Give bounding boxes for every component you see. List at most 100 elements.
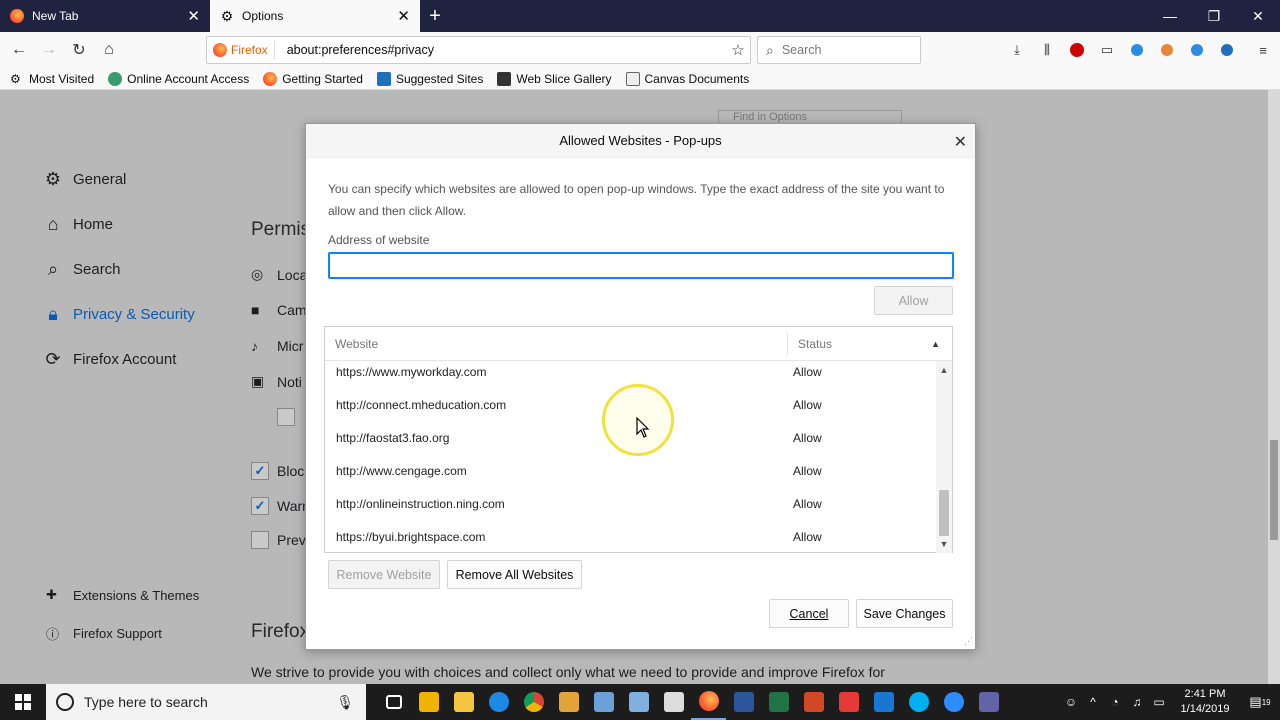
mail-icon[interactable] [656, 684, 691, 720]
extension-icon[interactable] [1125, 38, 1149, 62]
chevron-up-icon[interactable]: ^ [1082, 695, 1104, 709]
app-s-icon[interactable] [866, 684, 901, 720]
address-input[interactable] [328, 252, 954, 279]
notification-center-icon[interactable]: ▤ 19 [1240, 694, 1280, 710]
microphone-icon[interactable]: 🎙︎ [336, 694, 354, 711]
adblock-icon[interactable] [1065, 38, 1089, 62]
library-icon[interactable]: ⫼ [1035, 38, 1059, 62]
remove-all-websites-button[interactable]: Remove All Websites [447, 560, 582, 589]
tab-label: Options [242, 9, 284, 23]
website-column-header[interactable]: Website [325, 332, 788, 355]
table-row[interactable]: http://onlineinstruction.ning.com Allow [325, 487, 937, 520]
close-window-icon[interactable]: ✕ [1236, 0, 1280, 32]
file-explorer-icon[interactable] [446, 684, 481, 720]
pause-notifications-checkbox[interactable] [277, 408, 303, 426]
bookmark-item[interactable]: Suggested Sites [376, 71, 483, 86]
windows-start-icon[interactable] [0, 684, 46, 720]
network-icon[interactable]: ◔ [1104, 695, 1126, 709]
people-icon[interactable]: ☺ [1060, 695, 1082, 709]
taskbar-apps [376, 684, 1006, 720]
media-icon[interactable] [551, 684, 586, 720]
powerpoint-icon[interactable] [796, 684, 831, 720]
teams-icon[interactable] [971, 684, 1006, 720]
page-scrollbar[interactable] [1268, 90, 1280, 684]
warn-addons-checkbox[interactable]: ✓ Warn [251, 497, 310, 515]
zoom-icon[interactable] [936, 684, 971, 720]
forward-icon[interactable]: → [34, 35, 64, 65]
sidebar-item-privacy[interactable]: 🔒︎ Privacy & Security [42, 303, 195, 325]
table-row[interactable]: https://byui.brightspace.com Allow [325, 520, 937, 553]
menu-icon[interactable]: ≡ [1251, 38, 1275, 62]
save-changes-button[interactable]: Save Changes [856, 599, 953, 628]
app-icon[interactable] [586, 684, 621, 720]
extension-icon[interactable] [1215, 38, 1239, 62]
allow-button[interactable]: Allow [874, 286, 953, 315]
sidebar-firefox-support[interactable]: ⓘ Firefox Support [46, 624, 162, 643]
battery-icon[interactable]: ▭ [1148, 695, 1170, 709]
url-bar[interactable]: Firefox about:preferences#privacy ☆ [206, 36, 751, 64]
mouse-cursor-icon [636, 417, 650, 438]
excel-icon[interactable] [761, 684, 796, 720]
bookmark-item[interactable]: Getting Started [263, 71, 363, 86]
close-icon[interactable]: ✕ [954, 132, 967, 152]
sidebar-item-home[interactable]: ⌂ Home [42, 213, 113, 235]
app-s-icon[interactable] [831, 684, 866, 720]
tab-new-tab[interactable]: New Tab ✕ [0, 0, 210, 32]
clock[interactable]: 2:41 PM 1/14/2019 [1170, 687, 1240, 717]
bookmark-item[interactable]: ⚙ Most Visited [10, 72, 94, 86]
volume-icon[interactable]: ♫ [1126, 695, 1148, 709]
firefox-taskbar-icon[interactable] [691, 684, 726, 720]
sidebar-item-firefox-account[interactable]: ⟳ Firefox Account [42, 348, 176, 370]
edge-icon[interactable] [481, 684, 516, 720]
search-placeholder: Search [781, 43, 822, 57]
word-icon[interactable] [726, 684, 761, 720]
camera-icon: ■ [251, 302, 260, 318]
store-icon[interactable] [411, 684, 446, 720]
minimize-icon[interactable]: — [1148, 0, 1192, 32]
tab-options[interactable]: ⚙ Options ✕ [210, 0, 420, 32]
search-bar[interactable]: ⌕ Search [757, 36, 921, 64]
close-icon[interactable]: ✕ [187, 9, 200, 24]
identity-box[interactable]: Firefox [207, 41, 275, 59]
sidebar-item-general[interactable]: ⚙ General [42, 168, 126, 190]
app-icon[interactable] [621, 684, 656, 720]
sidebar-extensions-themes[interactable]: ✚ Extensions & Themes [46, 587, 199, 603]
puzzle-icon: ✚ [46, 587, 57, 602]
download-icon[interactable]: ⤓ [1005, 38, 1029, 62]
permissions-heading: Permis [251, 219, 311, 240]
status-column-header[interactable]: Status ▲ [788, 337, 952, 351]
table-scrollbar[interactable]: ▲ ▼ [936, 361, 952, 553]
scroll-down-icon[interactable]: ▼ [936, 537, 952, 551]
extension-icon[interactable] [1185, 38, 1209, 62]
block-popups-checkbox[interactable]: ✓ Block [251, 462, 311, 480]
close-icon[interactable]: ✕ [397, 9, 410, 24]
firefox-icon [263, 71, 278, 86]
sidebar-item-search[interactable]: ⌕ Search [42, 258, 121, 280]
resize-grip-icon[interactable]: ⋰ [964, 636, 973, 647]
chrome-icon[interactable] [516, 684, 551, 720]
extension-icon[interactable] [1155, 38, 1179, 62]
remove-website-button[interactable]: Remove Website [328, 560, 440, 589]
scrollbar-thumb[interactable] [1270, 440, 1278, 540]
bookmark-item[interactable]: Web Slice Gallery [497, 71, 612, 86]
new-tab-button[interactable]: + [420, 0, 450, 32]
bookmark-star-icon[interactable]: ☆ [726, 41, 750, 59]
scrollbar-thumb[interactable] [939, 490, 949, 536]
sidebar-icon[interactable]: ▭ [1095, 38, 1119, 62]
microphone-row: ♪ Micr [251, 338, 304, 354]
taskbar-search[interactable]: Type here to search 🎙︎ [46, 684, 366, 720]
bookmark-item[interactable]: Online Account Access [108, 71, 249, 86]
bookmark-folder[interactable]: Canvas Documents [625, 71, 749, 86]
reload-icon[interactable]: ↻ [64, 35, 94, 65]
table-row[interactable]: http://www.cengage.com Allow [325, 454, 937, 487]
scroll-up-icon[interactable]: ▲ [936, 363, 952, 377]
home-icon[interactable]: ⌂ [94, 35, 124, 65]
skype-icon[interactable] [901, 684, 936, 720]
back-icon[interactable]: ← [4, 35, 34, 65]
address-label: Address of website [328, 233, 430, 247]
task-view-icon[interactable] [376, 684, 411, 720]
url-text[interactable]: about:preferences#privacy [275, 43, 726, 57]
cancel-button[interactable]: Cancel [769, 599, 849, 628]
restore-icon[interactable]: ❐ [1192, 0, 1236, 32]
data-collection-heading: Firefox [251, 621, 310, 642]
